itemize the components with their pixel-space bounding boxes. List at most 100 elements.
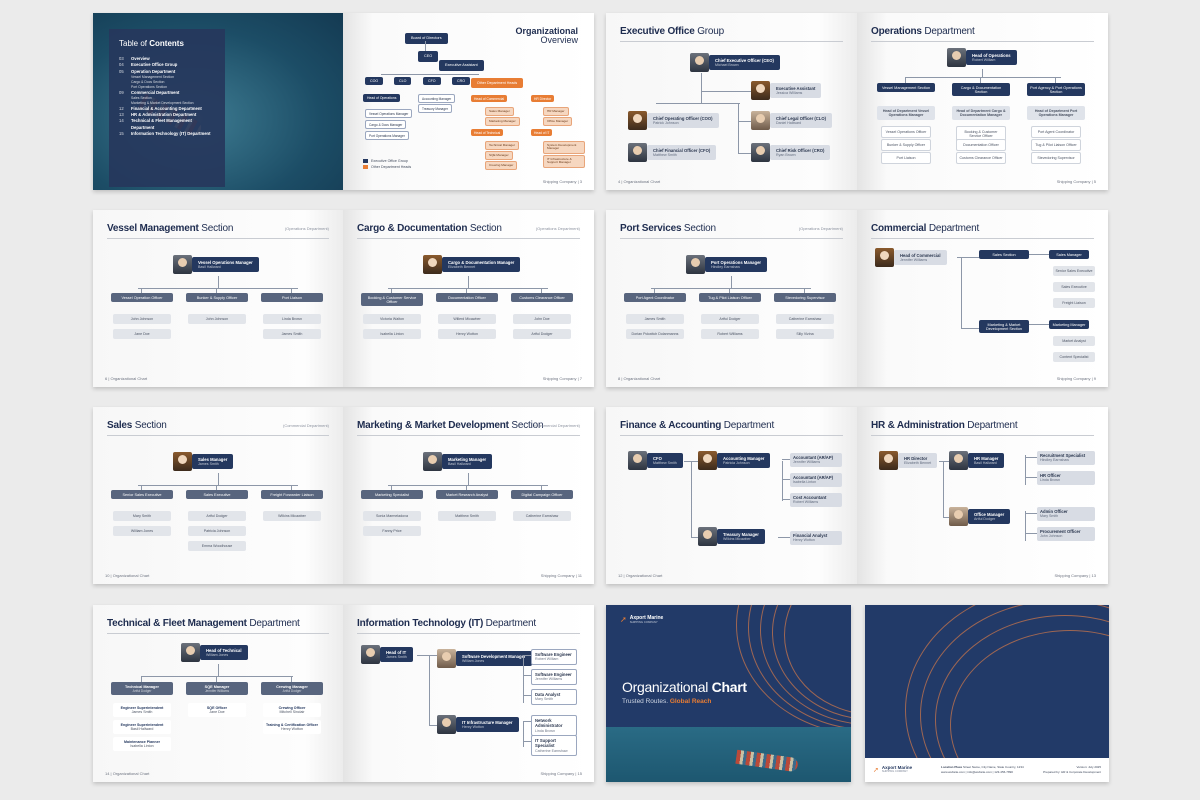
connector-line [782, 461, 783, 501]
page-title: Operations Department [871, 26, 975, 37]
avatar [949, 507, 968, 526]
person-name: Jennifer Williams [900, 257, 928, 262]
person-name: Isabella Linton [130, 744, 154, 748]
cover-title: Organizational Chart [622, 679, 747, 695]
role-title: IT Infrastructure Manager [462, 719, 513, 725]
person-name: Mary Smith [1040, 514, 1059, 519]
person-name: Isabella Linton [793, 480, 817, 485]
avatar [751, 143, 770, 162]
page-footer: Shipping Company | 11 [540, 573, 582, 578]
manager-card: Accounting Manager Patricia Johnson [698, 451, 771, 470]
role-box: Digital Campaign Officer [511, 490, 573, 499]
person-name: William Jones [462, 658, 485, 663]
role-box: Port Liaison [261, 293, 323, 302]
person-name: Robert Williams [793, 500, 819, 505]
table-of-contents: Table of Contents 03 Overview 04 Executive … [109, 29, 225, 187]
person-box: John Doe [513, 314, 571, 324]
role-title: Chief Operating Officer (COO) [653, 115, 713, 121]
person-name: Basil Hallward [974, 460, 997, 465]
role-box: Chief Operating Officer (COO) Patrick Joh… [647, 112, 719, 129]
page-footer: 4 | Organizational Chart [618, 179, 661, 184]
person-box: Emma Woodhouse [188, 541, 246, 551]
manager-box: Head of Department Port Operations Manag… [1027, 106, 1085, 120]
manager-card: Office Manager Artful Dodger [949, 507, 1011, 526]
role-title: Head of Operations [972, 52, 1011, 58]
role-box: Admin Officer Mary Smith [1037, 507, 1095, 521]
head-ops-box: Head of Operations [363, 94, 401, 103]
person-name: Wilkins Micawber [723, 536, 751, 541]
manager-card: Chief Legal Officer (CLO) Daniel Hallward [751, 111, 833, 130]
connector-line [388, 288, 548, 289]
manager-card: HR Manager Basil Hallward [949, 451, 1005, 470]
person-name: Jennifer Williams [204, 688, 230, 693]
page-title: Sales Section [107, 420, 167, 431]
role-box: SQE Manager [485, 151, 513, 160]
manager-box: SQE Manager Jennifer Williams [186, 682, 248, 695]
section-box: Sales Section [979, 250, 1029, 259]
person-name: Catherine Earnshaw [535, 748, 568, 753]
page-title: Vessel Management Section [107, 223, 234, 234]
role-title: HR Director [904, 455, 928, 461]
role-box: Head of Technical William Jones [200, 644, 248, 661]
person-box: Jane Doe [113, 329, 171, 339]
exec-box: CRO [452, 77, 470, 86]
role-box: Procurement Officer John Johnson [1037, 527, 1095, 541]
role-box: Head of Operations Robert William [966, 49, 1017, 66]
avatar [423, 255, 442, 274]
marketing-page: Marketing & Market Development Section (… [343, 407, 594, 584]
dept-head-box: Head of IT [531, 129, 553, 137]
connector-line [738, 153, 751, 154]
role-title: Technical Manager [125, 684, 159, 689]
connector-line [468, 473, 469, 485]
person-box: James Smith [263, 329, 321, 339]
connector-line [1025, 455, 1026, 485]
manager-box: Marketing Manager [1049, 320, 1089, 329]
role-title: HR Officer [1040, 473, 1061, 478]
person-name: Hindley Earnshaw [711, 264, 740, 269]
avatar [628, 143, 647, 162]
role-box: Customs Clearance Officer [511, 293, 573, 302]
toc-item: 15 Information Technology (IT) Department [119, 131, 215, 137]
person-name: Artful Dodger [974, 516, 996, 521]
role-box: Marketing Specialist [361, 490, 423, 499]
role-box: Chief Risk Officer (CRO) Ryan Brown [770, 144, 831, 161]
avatar [173, 255, 192, 274]
person-name: John Johnson [1040, 534, 1063, 539]
role-title: Chief Financial Officer (CFO) [653, 147, 711, 153]
toc-subitem: Marketing & Market Development Section [131, 100, 194, 105]
role-box: Senior Sales Executive [1053, 266, 1095, 276]
connector-line [388, 485, 548, 486]
role-title: SQE Manager [204, 684, 230, 689]
role-box: System Development Manager [543, 141, 585, 154]
manager-card: Sales Manager James Smith [173, 452, 234, 471]
role-title: Chief Risk Officer (CRO) [776, 147, 825, 153]
role-box: Port Liaison [881, 152, 931, 164]
person-box: Willerd Micawber [438, 314, 496, 324]
legend-other: Other Department Heads [363, 165, 411, 169]
connector-line [982, 69, 983, 77]
role-box: Senior Sales Executive [111, 490, 173, 499]
role-box: Head of Commercial Jennifer Williams [894, 249, 947, 266]
role-box: Accounting Manager Patricia Johnson [717, 452, 771, 469]
role-box: Maintenance Planner Isabella Linton [113, 737, 171, 751]
person-name: Linda Brown [1040, 478, 1060, 483]
person-box: Artful Dodger [188, 511, 246, 521]
role-box: Recruitment Specialist Hindley Earnshaw [1037, 451, 1095, 465]
person-name: Matthew Smith [653, 152, 677, 157]
manager-card: Vessel Operations Manager Basil Hallward [173, 255, 259, 274]
connector-line [656, 103, 740, 104]
role-title: Head of Commercial [900, 252, 941, 258]
role-title: Software Engineer [535, 652, 572, 657]
person-name: Robert William [535, 657, 559, 662]
role-box: Vessel Operations Manager [365, 109, 413, 118]
person-name: Henry Wotton [462, 724, 484, 729]
page-footer: 14 | Organizational Chart [105, 771, 150, 776]
page-tag: (Operations Department) [535, 226, 580, 231]
role-box: Treasury Manager [418, 104, 452, 113]
role-box: IT Infrastructure Manager Henry Wotton [456, 716, 519, 733]
role-box: Engineer Superintendent James Smith [113, 703, 171, 717]
manager-card: Executive Assistant Jessica Williams [751, 81, 822, 100]
role-title: Port Operations Manager [711, 259, 762, 265]
role-title: HR Manager [974, 455, 999, 461]
avatar [949, 451, 968, 470]
